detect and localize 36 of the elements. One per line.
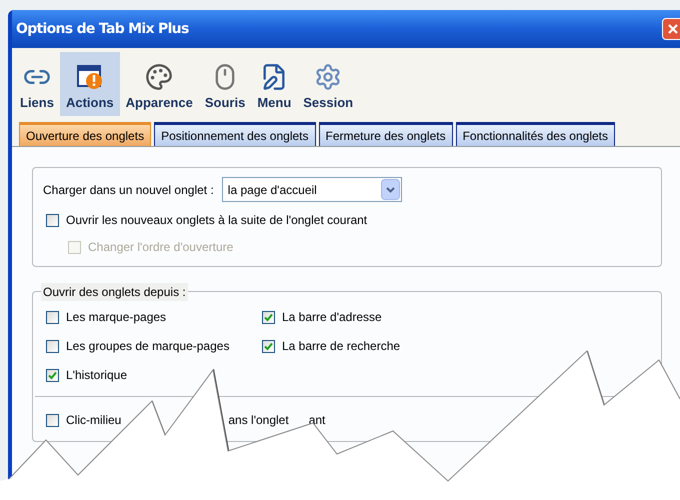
checkbox-label: Clic-milieu bbox=[66, 412, 122, 429]
group-title: Ouvrir des onglets depuis : bbox=[41, 283, 188, 301]
window-title: Options de Tab Mix Plus bbox=[16, 20, 189, 38]
toolbar-button[interactable]: Souris bbox=[198, 52, 252, 116]
checkbox[interactable] bbox=[46, 368, 59, 382]
checkbox[interactable] bbox=[46, 414, 59, 426]
palette-icon bbox=[145, 62, 174, 90]
checkbox-label: Les marque-pages bbox=[66, 309, 166, 326]
checkbox-label: La barre d'adresse bbox=[282, 309, 382, 326]
dropdown[interactable]: la page d'accueil bbox=[222, 177, 402, 202]
window-alert-icon bbox=[76, 62, 104, 90]
toolbar-button[interactable]: Apparence bbox=[120, 52, 199, 116]
checkbox-label: Changer l'ordre d'ouverture bbox=[88, 239, 234, 256]
checkbox[interactable] bbox=[262, 340, 275, 352]
checkbox-label: L'historique bbox=[66, 367, 127, 384]
toolbar-button[interactable]: Session bbox=[297, 52, 360, 116]
tab[interactable]: Positionnement des onglets bbox=[154, 122, 316, 146]
checkbox[interactable] bbox=[46, 214, 59, 226]
checkbox[interactable] bbox=[46, 310, 59, 324]
checkbox[interactable] bbox=[262, 310, 275, 324]
toolbar-button[interactable]: Menu bbox=[251, 52, 298, 116]
gear-icon bbox=[314, 62, 342, 90]
checkbox-label: ans l'onglet bbox=[228, 412, 289, 429]
checkbox[interactable] bbox=[46, 340, 59, 352]
close-button[interactable] bbox=[662, 18, 680, 40]
checkbox-label: La barre de recherche bbox=[282, 338, 400, 355]
checkbox-label: Les groupes de marque-pages bbox=[66, 338, 230, 355]
tab[interactable]: Ouverture des onglets bbox=[19, 122, 152, 146]
checkbox-label: Ouvrir les nouveaux onglets à la suite de l'onglet courant bbox=[66, 212, 368, 229]
tab[interactable]: Fonctionnalités des onglets bbox=[456, 122, 616, 146]
toolbar-button[interactable]: Actions bbox=[60, 52, 120, 116]
close-icon bbox=[667, 23, 679, 35]
checkbox-label: ant bbox=[308, 412, 326, 429]
toolbar-button[interactable]: Liens bbox=[14, 52, 60, 116]
field-label: Charger dans un nouvel onglet : bbox=[43, 182, 214, 198]
tab[interactable]: Fermeture des onglets bbox=[318, 122, 453, 146]
